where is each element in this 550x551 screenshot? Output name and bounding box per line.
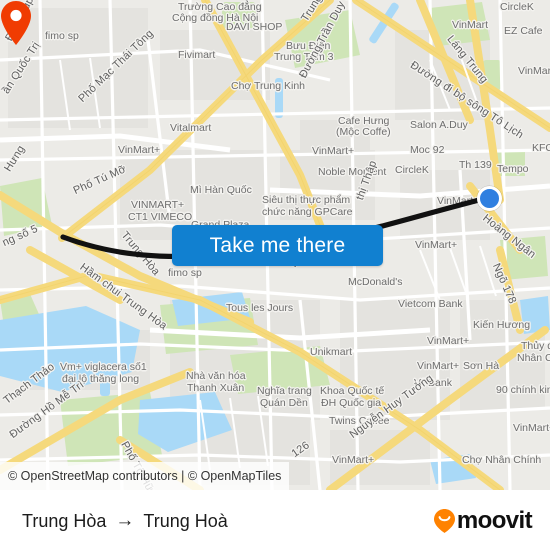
trip-summary: Trung Hòa → Trung Hoà bbox=[22, 510, 228, 532]
footer-bar: Trung Hòa → Trung Hoà moovit bbox=[0, 490, 550, 551]
arrow-right-icon: → bbox=[115, 510, 135, 531]
moovit-wordmark: moovit bbox=[456, 507, 533, 534]
trip-origin-label: Trung Hòa bbox=[22, 510, 107, 531]
take-me-there-button[interactable]: Take me there bbox=[172, 225, 383, 266]
moovit-pin-icon bbox=[433, 509, 455, 533]
origin-marker-pin-icon[interactable] bbox=[0, 0, 32, 46]
map-screen: fimo sp Trường Cao đẳng Cộng đồng Hà Nội DA… bbox=[0, 0, 550, 551]
trip-destination-label: Trung Hoà bbox=[143, 510, 228, 531]
moovit-logo[interactable]: moovit bbox=[433, 507, 533, 535]
map-canvas[interactable]: fimo sp Trường Cao đẳng Cộng đồng Hà Nội DA… bbox=[0, 0, 550, 490]
destination-marker-dot-icon[interactable] bbox=[477, 186, 502, 211]
map-attribution[interactable]: © OpenStreetMap contributors | © OpenMap… bbox=[0, 462, 290, 490]
